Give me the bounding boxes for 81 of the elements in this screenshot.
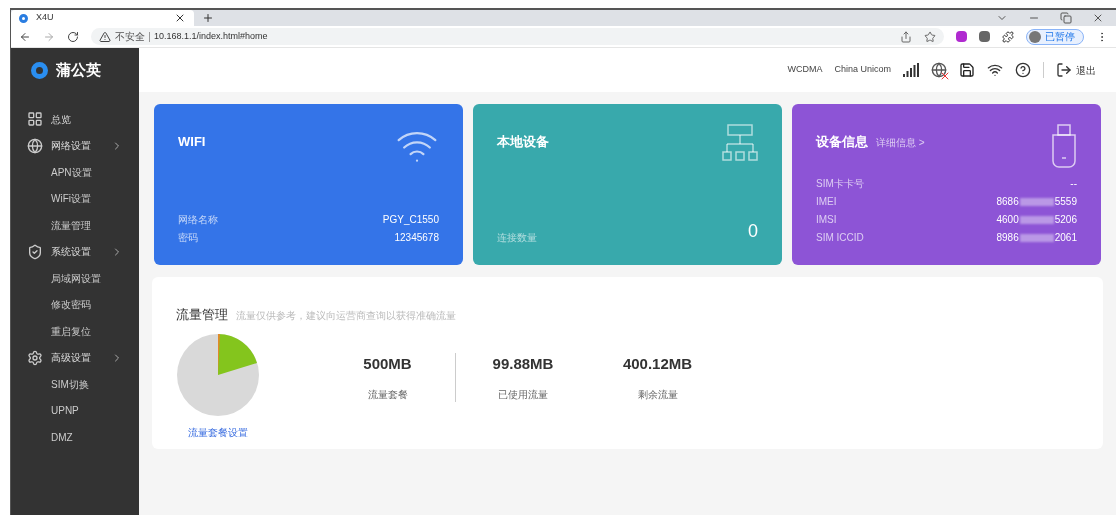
brand-name: 蒲公英 [56, 59, 101, 80]
bookmark-icon[interactable] [924, 30, 936, 43]
field-value: -- [1070, 177, 1077, 191]
field-value: PGY_C1550 [382, 213, 439, 227]
nav-subitem[interactable]: DMZ [11, 424, 139, 451]
nav-subitem[interactable]: WiFi设置 [11, 185, 139, 212]
field-value: 8986 [996, 231, 1019, 245]
tab-title: X4U [36, 11, 55, 25]
security-label: 不安全 [115, 30, 145, 44]
nav-item[interactable]: 系统设置 [11, 238, 139, 265]
field-value: 5206 [1054, 213, 1077, 227]
shield-icon [27, 243, 43, 260]
close-icon[interactable] [174, 12, 186, 24]
wifi-icon [987, 62, 1003, 78]
field-value: 2061 [1054, 231, 1077, 245]
url-text: 10.168.1.1/index.html#home [154, 29, 268, 43]
count-label: 连接数量 [497, 231, 537, 245]
grid-icon [27, 111, 43, 128]
settings-icon [27, 349, 43, 366]
nav-item[interactable]: 总览 [11, 106, 139, 133]
plan-settings-link[interactable]: 流量套餐设置 [188, 424, 248, 440]
sim-card-icon [959, 62, 975, 78]
nav-subitem[interactable]: 修改密码 [11, 291, 139, 318]
nav-subitem[interactable]: 流量管理 [11, 212, 139, 239]
nav-subitem[interactable]: APN设置 [11, 159, 139, 186]
stat-value: 400.12MB [622, 353, 693, 374]
nav-item[interactable]: 网络设置 [11, 132, 139, 159]
field-value: 8686 [996, 195, 1019, 209]
address-bar[interactable]: 不安全 10.168.1.1/index.html#home [91, 28, 944, 45]
blurred-mask [1019, 215, 1054, 224]
logo-icon [31, 61, 48, 79]
globe-icon [27, 137, 43, 154]
stat-value: 99.88MB [492, 353, 554, 374]
field-label: 密码 [178, 231, 198, 245]
help-icon[interactable] [1015, 62, 1031, 78]
field-value: 4600 [996, 213, 1019, 227]
nav-item[interactable]: 高级设置 [11, 344, 139, 371]
back-icon[interactable] [19, 30, 31, 43]
reload-icon[interactable] [67, 30, 79, 43]
nav-subitem[interactable]: 重启复位 [11, 318, 139, 345]
restore-icon[interactable] [1060, 12, 1072, 24]
profile-button[interactable]: 已暂停 [1026, 28, 1084, 45]
close-window-icon[interactable] [1092, 12, 1104, 24]
extension-icon[interactable] [956, 31, 967, 42]
stat-value: 500MB [363, 353, 412, 374]
stat-label: 流量套餐 [367, 388, 408, 402]
nav-subitem[interactable]: UPNP [11, 397, 139, 424]
logout-button[interactable]: 退出 [1056, 62, 1096, 78]
field-label: IMSI [816, 213, 837, 227]
stat-label: 剩余流量 [637, 388, 678, 402]
signal-icon [903, 63, 919, 77]
usb-stick-icon [1051, 124, 1077, 168]
card-title: WIFI [178, 133, 206, 151]
nav-subitem[interactable]: SIM切换 [11, 371, 139, 398]
card-title: 设备信息 [816, 133, 868, 151]
warning-icon [99, 30, 111, 43]
carrier-name: China Unicom [834, 63, 891, 77]
panel-title: 流量管理 [176, 306, 228, 324]
new-tab-icon[interactable] [202, 12, 214, 24]
count-value: 0 [748, 220, 758, 243]
field-value: 5559 [1054, 195, 1077, 209]
network-icon [722, 124, 758, 164]
browser-tab[interactable]: X4U [11, 10, 194, 26]
favicon-icon [19, 13, 28, 23]
logout-icon [1056, 62, 1072, 78]
field-label: SIM ICCID [816, 231, 864, 245]
extensions-icon[interactable] [1002, 30, 1014, 43]
field-label: IMEI [816, 195, 837, 209]
stat-label: 已使用流量 [498, 388, 548, 402]
field-label: 网络名称 [178, 213, 218, 227]
blurred-mask [1019, 197, 1054, 206]
extension-icon[interactable] [979, 31, 990, 42]
avatar-icon [1029, 30, 1041, 43]
blurred-mask [1019, 233, 1054, 242]
field-label: SIM卡卡号 [816, 177, 864, 191]
nav-subitem[interactable]: 局域网设置 [11, 265, 139, 292]
network-type: WCDMA [787, 63, 823, 77]
card-title: 本地设备 [497, 133, 549, 151]
globe-offline-icon [931, 62, 947, 78]
field-value: 12345678 [394, 231, 439, 245]
share-icon[interactable] [900, 30, 912, 43]
